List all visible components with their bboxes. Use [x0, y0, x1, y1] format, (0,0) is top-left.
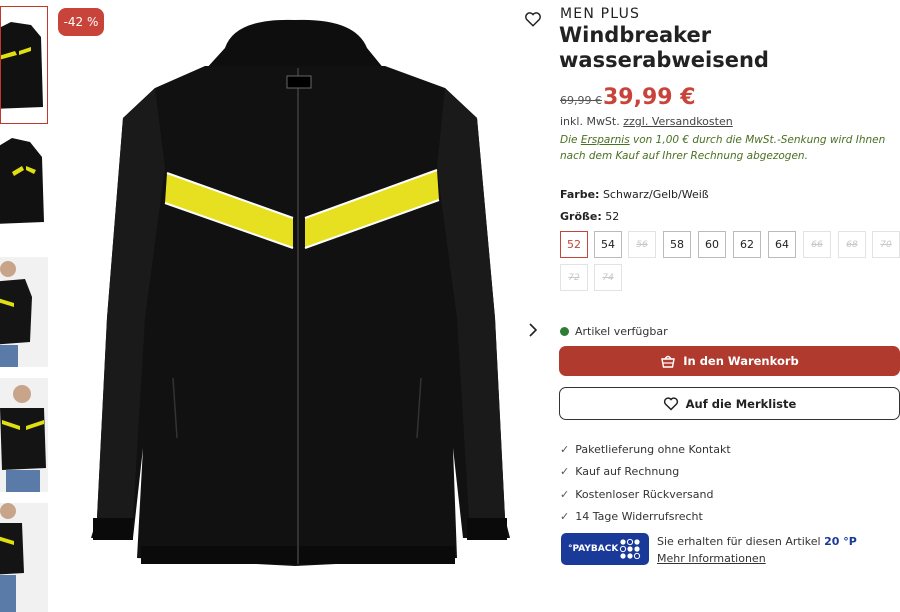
size-option[interactable]: 66	[803, 231, 831, 258]
size-value: 52	[605, 210, 620, 223]
benefit-item: ✓ 14 Tage Widerrufsrecht	[560, 506, 731, 529]
size-option[interactable]: 64	[768, 231, 796, 258]
size-option[interactable]: 54	[594, 231, 622, 258]
add-to-cart-label: In den Warenkorb	[683, 354, 799, 368]
size-info: Größe: 52	[560, 210, 619, 223]
payback-logo: °PAYBACK	[561, 533, 649, 565]
benefit-text: Kauf auf Rechnung	[575, 465, 680, 479]
benefits-list: ✓ Paketlieferung ohne Kontakt ✓ Kauf auf R…	[560, 438, 731, 528]
vat-info: inkl. MwSt. zzgl. Versandkosten	[560, 115, 733, 128]
payback-logo-text: °PAYBACK	[568, 544, 619, 554]
chevron-right-icon[interactable]	[526, 321, 540, 339]
size-option[interactable]: 74	[594, 264, 622, 291]
size-option[interactable]: 58	[663, 231, 691, 258]
add-to-cart-button[interactable]: In den Warenkorb	[559, 346, 900, 376]
check-icon: ✓	[560, 465, 570, 479]
shipping-link[interactable]: zzgl. Versandkosten	[623, 115, 732, 128]
color-value: Schwarz/Gelb/Weiß	[602, 188, 709, 201]
size-option[interactable]: 62	[733, 231, 761, 258]
current-price: 39,99 €	[603, 85, 696, 110]
product-title: Windbreaker wasserabweisend	[559, 23, 769, 73]
color-info: Farbe: Schwarz/Gelb/Weiß	[560, 188, 709, 201]
heart-icon[interactable]	[524, 10, 542, 28]
size-option[interactable]: 68	[838, 231, 866, 258]
benefit-item: ✓ Kauf auf Rechnung	[560, 461, 731, 484]
benefit-text: Kostenloser Rückversand	[575, 487, 714, 501]
size-option[interactable]: 56	[628, 231, 656, 258]
benefit-text: 14 Tage Widerrufsrecht	[575, 510, 703, 524]
availability-dot	[560, 327, 569, 336]
benefit-text: Paketlieferung ohne Kontakt	[575, 442, 731, 456]
payback-dots-icon	[619, 538, 641, 560]
payback-info: Sie erhalten für diesen Artikel 20 °P Me…	[657, 533, 857, 567]
size-option[interactable]: 52	[560, 231, 588, 258]
add-to-wishlist-button[interactable]: Auf die Merkliste	[559, 387, 900, 420]
thumbnail-5[interactable]	[0, 503, 48, 612]
check-icon: ✓	[560, 442, 570, 456]
benefit-item: ✓ Kostenloser Rückversand	[560, 483, 731, 506]
benefit-item: ✓ Paketlieferung ohne Kontakt	[560, 438, 731, 461]
saving-note: Die Ersparnis von 1,00 € durch die MwSt.…	[560, 132, 900, 164]
add-to-wishlist-label: Auf die Merkliste	[685, 396, 797, 411]
size-label: Größe:	[560, 210, 602, 223]
product-title-line-1: Windbreaker	[559, 23, 712, 47]
check-icon: ✓	[560, 510, 570, 524]
color-label: Farbe:	[560, 188, 600, 201]
brand-name[interactable]: MEN PLUS	[560, 6, 640, 22]
payback-text: Sie erhalten für diesen Artikel	[657, 535, 821, 548]
thumbnail-3[interactable]	[0, 257, 48, 367]
size-option[interactable]: 70	[872, 231, 900, 258]
product-image[interactable]	[85, 18, 515, 578]
size-option[interactable]: 72	[560, 264, 588, 291]
saving-link[interactable]: Ersparnis	[581, 134, 630, 146]
payback-more-link[interactable]: Mehr Informationen	[657, 550, 857, 567]
thumbnail-1[interactable]	[0, 6, 48, 124]
thumbnail-gallery	[0, 0, 50, 612]
heart-icon	[663, 397, 678, 411]
availability-status: Artikel verfügbar	[560, 325, 668, 338]
check-icon: ✓	[560, 487, 570, 501]
product-title-line-2: wasserabweisend	[559, 48, 769, 72]
availability-text: Artikel verfügbar	[575, 325, 668, 338]
saving-text-1: Die	[560, 134, 578, 146]
thumbnail-2[interactable]	[0, 132, 48, 228]
size-option[interactable]: 60	[698, 231, 726, 258]
payback-points: 20 °P	[824, 535, 857, 548]
thumbnail-4[interactable]	[0, 378, 48, 492]
old-price: 69,99 €	[560, 94, 602, 107]
vat-text: inkl. MwSt.	[560, 115, 620, 128]
basket-icon	[661, 355, 676, 368]
